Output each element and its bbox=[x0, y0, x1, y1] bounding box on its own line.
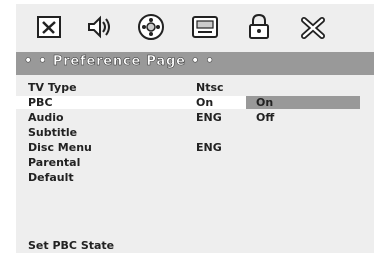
menu-item-parental[interactable]: Parental bbox=[16, 156, 374, 169]
menu-item-label: Disc Menu bbox=[28, 141, 92, 154]
title-bar: • • Preference Page • • bbox=[16, 52, 374, 75]
exit-icon[interactable] bbox=[298, 12, 328, 42]
preference-page-icon[interactable] bbox=[190, 12, 220, 42]
menu-item-label: Default bbox=[28, 171, 74, 184]
option-on[interactable]: On bbox=[246, 96, 360, 109]
menu-item-tv-type[interactable]: TV Type Ntsc bbox=[16, 81, 374, 94]
setup-toolbar bbox=[16, 4, 374, 52]
password-lock-icon[interactable] bbox=[244, 12, 274, 42]
menu-item-disc-menu[interactable]: Disc Menu ENG bbox=[16, 141, 374, 154]
menu-item-value: ENG bbox=[196, 111, 222, 124]
option-off[interactable]: Off bbox=[246, 111, 360, 124]
option-label: Off bbox=[256, 111, 275, 124]
menu-item-value: On bbox=[196, 96, 214, 109]
status-text: Set PBC State bbox=[28, 239, 115, 252]
menu-item-label: PBC bbox=[28, 96, 53, 109]
menu-item-value: ENG bbox=[196, 141, 222, 154]
menu-item-label: Subtitle bbox=[28, 126, 78, 139]
audio-setup-icon[interactable] bbox=[84, 12, 114, 42]
video-setup-icon[interactable] bbox=[136, 12, 166, 42]
menu-item-label: TV Type bbox=[28, 81, 77, 94]
option-label: On bbox=[256, 96, 274, 109]
menu-item-label: Audio bbox=[28, 111, 64, 124]
menu-item-subtitle[interactable]: Subtitle bbox=[16, 126, 374, 139]
menu-item-default[interactable]: Default bbox=[16, 171, 374, 184]
menu-item-value: Ntsc bbox=[196, 81, 224, 94]
setup-screen: • • Preference Page • • TV Type Ntsc PBC… bbox=[16, 4, 374, 253]
general-setup-icon[interactable] bbox=[34, 12, 64, 42]
page-title: • • Preference Page • • bbox=[24, 54, 215, 70]
menu-item-label: Parental bbox=[28, 156, 81, 169]
